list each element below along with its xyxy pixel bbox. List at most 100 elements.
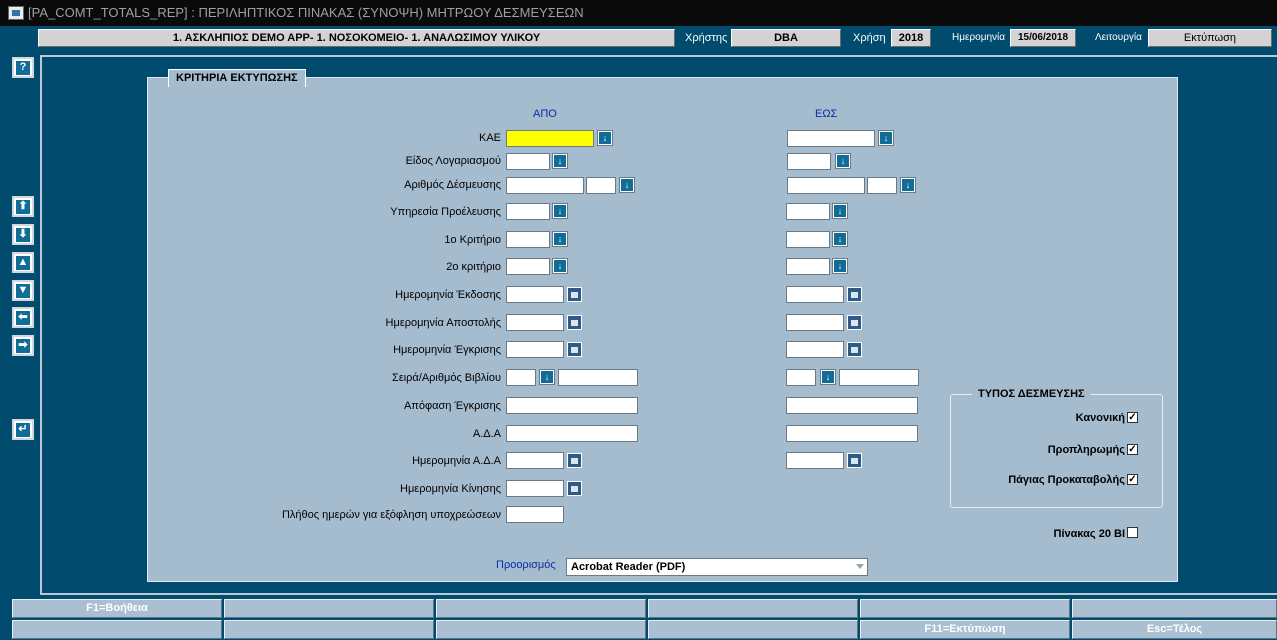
- list-arrow-icon: ↓: [599, 132, 611, 144]
- window-titlebar: [PA_COMT_TOTALS_REP] : ΠΕΡΙΛΗΠΤΙΚΟΣ ΠΙΝΑ…: [0, 0, 1277, 26]
- issue-date-from-input[interactable]: [506, 286, 564, 303]
- calendar-icon[interactable]: [567, 453, 582, 468]
- kae-to-lov-button[interactable]: ↓: [878, 130, 894, 146]
- days-to-pay-input[interactable]: [506, 506, 564, 523]
- send-date-to-input[interactable]: [786, 314, 844, 331]
- calendar-icon[interactable]: [847, 342, 862, 357]
- issue-date-label: Ημερομηνία Έκδοσης: [395, 289, 501, 301]
- account-type-from-lov-button[interactable]: ↓: [552, 153, 568, 169]
- criterion2-from-input[interactable]: [506, 258, 550, 275]
- kae-to-input[interactable]: [787, 130, 875, 147]
- commitment-no-from-lov-button[interactable]: ↓: [619, 177, 635, 193]
- approval-date-to-input[interactable]: [786, 341, 844, 358]
- list-arrow-icon: ↓: [837, 155, 849, 167]
- issue-date-to-input[interactable]: [786, 286, 844, 303]
- fkey-slot-r2-1[interactable]: [12, 620, 222, 639]
- normal-checkbox[interactable]: ✓: [1127, 412, 1138, 423]
- criterion2-to-input[interactable]: [786, 258, 830, 275]
- next-block-button[interactable]: ➡: [12, 335, 34, 356]
- commitment-type-title: ΤΥΠΟΣ ΔΕΣΜΕΥΣΗΣ: [972, 387, 1091, 401]
- approval-decision-to-input[interactable]: [786, 397, 918, 414]
- book-number-from-input[interactable]: [558, 369, 638, 386]
- origin-service-from-input[interactable]: [506, 203, 550, 220]
- fixed-advance-checkbox[interactable]: ✓: [1127, 474, 1138, 485]
- origin-service-from-lov-button[interactable]: ↓: [552, 203, 568, 219]
- book-series-from-input[interactable]: [506, 369, 536, 386]
- destination-select[interactable]: Acrobat Reader (PDF): [566, 558, 868, 576]
- approval-decision-from-input[interactable]: [506, 397, 638, 414]
- kae-from-input[interactable]: [506, 130, 594, 147]
- help-icon: ?: [16, 60, 30, 75]
- panel-title: ΚΡΙΤΗΡΙΑ ΕΚΤΥΠΩΣΗΣ: [168, 69, 306, 87]
- calendar-icon[interactable]: [567, 315, 582, 330]
- prepayment-checkbox[interactable]: ✓: [1127, 444, 1138, 455]
- fkey-slot-r1-3[interactable]: [436, 599, 646, 618]
- approval-date-from-input[interactable]: [506, 341, 564, 358]
- calendar-icon[interactable]: [567, 287, 582, 302]
- fkey-help-button[interactable]: F1=Βοήθεια: [12, 599, 222, 618]
- book-series-to-input[interactable]: [786, 369, 816, 386]
- mode-display: Εκτύπωση: [1148, 29, 1272, 47]
- calendar-icon[interactable]: [567, 481, 582, 496]
- triangle-up-icon: ▲: [16, 255, 30, 270]
- book-series-from-lov-button[interactable]: ↓: [539, 369, 555, 385]
- criterion1-from-lov-button[interactable]: ↓: [552, 231, 568, 247]
- account-type-from-input[interactable]: [506, 153, 550, 170]
- fkey-slot-r1-5[interactable]: [860, 599, 1070, 618]
- prepayment-label: Προπληρωμής: [1047, 444, 1125, 456]
- commitment-no-from-input[interactable]: [506, 177, 584, 194]
- calendar-icon[interactable]: [847, 453, 862, 468]
- account-type-to-input[interactable]: [787, 153, 831, 170]
- criterion1-to-lov-button[interactable]: ↓: [832, 231, 848, 247]
- criterion1-to-input[interactable]: [786, 231, 830, 248]
- calendar-icon[interactable]: [567, 342, 582, 357]
- movement-date-from-input[interactable]: [506, 480, 564, 497]
- back-button[interactable]: ↵: [12, 419, 34, 440]
- ada-date-to-input[interactable]: [786, 452, 844, 469]
- fkey-slot-r1-2[interactable]: [224, 599, 434, 618]
- ada-from-input[interactable]: [506, 425, 638, 442]
- send-date-label: Ημερομηνία Αποστολής: [385, 317, 501, 329]
- ada-to-input[interactable]: [786, 425, 918, 442]
- commitment-no-to-suffix-input[interactable]: [867, 177, 897, 194]
- criterion2-from-lov-button[interactable]: ↓: [552, 258, 568, 274]
- organization-display: 1. ΑΣΚΛΗΠΙΟΣ DEMO APP- 1. ΝΟΣΟΚΟΜΕΙΟ- 1.…: [38, 29, 675, 47]
- table-20bi-checkbox[interactable]: [1127, 527, 1138, 538]
- last-record-button[interactable]: ⬇: [12, 224, 34, 245]
- previous-block-button[interactable]: ⬅: [12, 307, 34, 328]
- fkey-slot-r1-4[interactable]: [648, 599, 858, 618]
- criterion2-to-lov-button[interactable]: ↓: [832, 258, 848, 274]
- origin-service-to-lov-button[interactable]: ↓: [832, 203, 848, 219]
- book-series-to-lov-button[interactable]: ↓: [820, 369, 836, 385]
- normal-label: Κανονική: [1075, 412, 1125, 424]
- next-record-button[interactable]: ▼: [12, 280, 34, 301]
- commitment-no-to-lov-button[interactable]: ↓: [900, 177, 916, 193]
- calendar-icon[interactable]: [847, 287, 862, 302]
- fkey-slot-r1-6[interactable]: [1072, 599, 1277, 618]
- send-date-from-input[interactable]: [506, 314, 564, 331]
- arrow-up-icon: ⬆: [16, 199, 30, 214]
- fkey-print-button[interactable]: F11=Εκτύπωση: [860, 620, 1070, 639]
- chevron-down-icon: [856, 564, 864, 569]
- fkey-slot-r2-2[interactable]: [224, 620, 434, 639]
- origin-service-to-input[interactable]: [786, 203, 830, 220]
- commitment-no-from-suffix-input[interactable]: [586, 177, 616, 194]
- book-number-to-input[interactable]: [839, 369, 919, 386]
- previous-record-button[interactable]: ▲: [12, 252, 34, 273]
- arrow-left-icon: ⬅: [16, 310, 30, 325]
- fkey-slot-r2-3[interactable]: [436, 620, 646, 639]
- origin-service-label: Υπηρεσία Προέλευσης: [390, 206, 501, 218]
- commitment-no-to-input[interactable]: [787, 177, 865, 194]
- account-type-to-lov-button[interactable]: ↓: [835, 153, 851, 169]
- list-arrow-icon: ↓: [554, 233, 566, 245]
- criterion1-from-input[interactable]: [506, 231, 550, 248]
- ada-date-from-input[interactable]: [506, 452, 564, 469]
- kae-from-lov-button[interactable]: ↓: [597, 130, 613, 146]
- movement-date-label: Ημερομηνία Κίνησης: [400, 483, 501, 495]
- fkey-exit-button[interactable]: Esc=Τέλος: [1072, 620, 1277, 639]
- fkey-slot-r2-4[interactable]: [648, 620, 858, 639]
- help-button[interactable]: ?: [12, 57, 34, 78]
- first-record-button[interactable]: ⬆: [12, 196, 34, 217]
- user-display: DBA: [731, 29, 841, 47]
- calendar-icon[interactable]: [847, 315, 862, 330]
